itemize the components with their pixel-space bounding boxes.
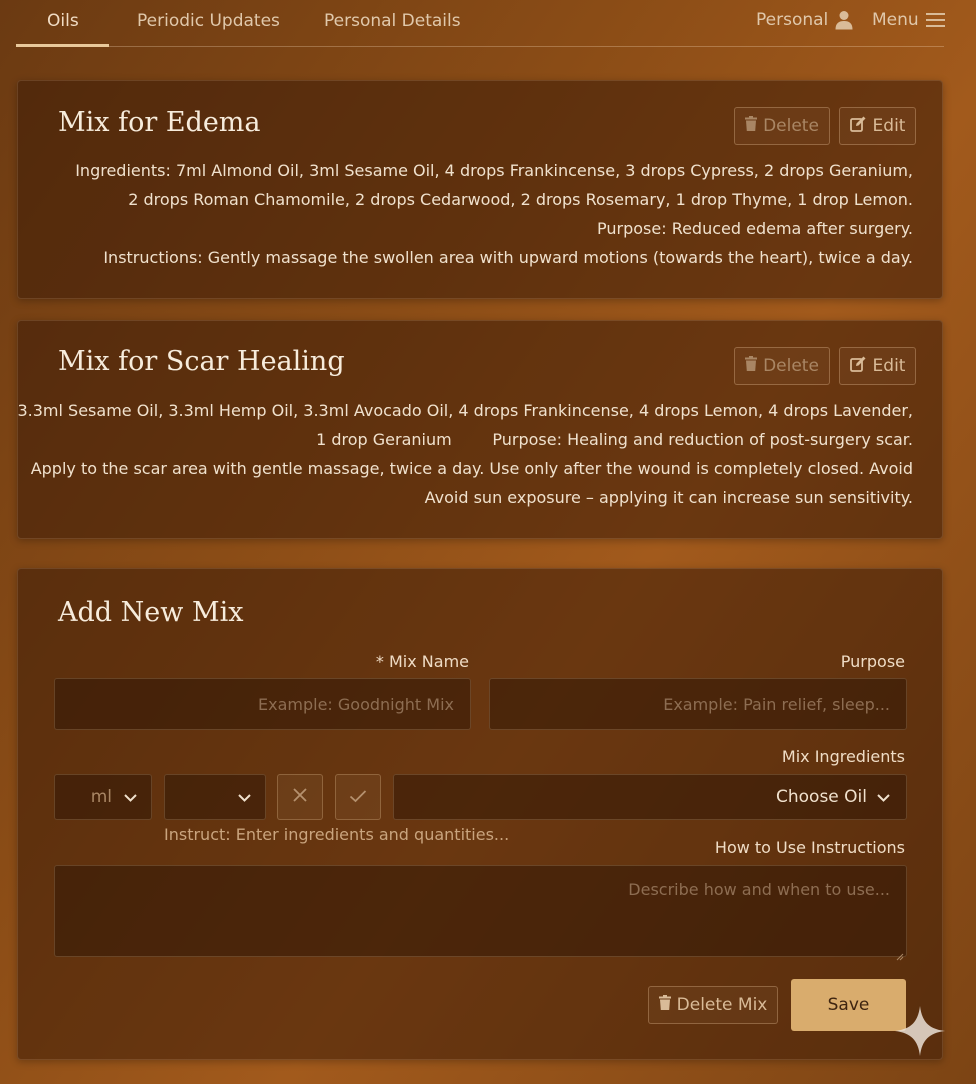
- menu-button[interactable]: Menu: [872, 10, 945, 30]
- delete-mix-edema-button[interactable]: Delete: [734, 107, 830, 145]
- chevron-down-icon: [877, 787, 890, 807]
- mix-detail-line: Ingredients: 7ml Almond Oil, 3ml Sesame …: [75, 161, 913, 180]
- edit-label: Edit: [872, 116, 906, 136]
- purpose-label: Purpose: [840, 652, 905, 671]
- cancel-ingredient-button[interactable]: [277, 774, 323, 820]
- instructions-textarea[interactable]: [54, 865, 907, 957]
- hamburger-icon: [925, 12, 945, 28]
- tab-personal-details[interactable]: Personal Details: [324, 11, 461, 31]
- check-icon: [349, 788, 367, 807]
- tab-oils[interactable]: Oils: [47, 11, 79, 31]
- save-button[interactable]: Save: [791, 979, 906, 1031]
- edit-icon: [849, 356, 867, 377]
- oil-select[interactable]: Choose Oil: [393, 774, 907, 820]
- mix-purpose-line: Purpose: Reduced edema after surgery.: [597, 219, 913, 238]
- mix-instructions-line: Apply to the scar area with gentle massa…: [30, 459, 913, 478]
- edit-label: Edit: [872, 356, 906, 376]
- purpose-input[interactable]: [489, 678, 907, 730]
- personal-label: Personal: [756, 10, 829, 30]
- mix-ingredients-label: Mix Ingredients: [781, 747, 905, 766]
- form-title: Add New Mix: [58, 597, 244, 628]
- chevron-down-icon: [124, 787, 137, 807]
- mix-title: Mix for Edema: [58, 107, 261, 138]
- delete-new-mix-button[interactable]: Delete Mix: [648, 986, 778, 1024]
- delete-label: Delete: [763, 116, 819, 136]
- edit-mix-edema-button[interactable]: Edit: [839, 107, 916, 145]
- mix-card-scar-healing: Mix for Scar Healing Delete Edit 3.3ml S…: [17, 320, 943, 539]
- active-tab-indicator: [16, 44, 109, 47]
- mix-instructions-line: Instructions: Gently massage the swollen…: [103, 248, 913, 267]
- trash-icon: [745, 116, 758, 136]
- unit-value: ml: [90, 787, 112, 807]
- chevron-down-icon: [238, 787, 251, 807]
- trash-icon: [745, 356, 758, 376]
- menu-label: Menu: [872, 10, 919, 30]
- top-nav: Oils Periodic Updates Personal Details P…: [16, 0, 945, 47]
- resize-handle-icon[interactable]: [896, 946, 904, 961]
- sparkle-icon: [895, 1006, 945, 1060]
- edit-icon: [849, 116, 867, 137]
- close-icon: [292, 787, 308, 807]
- instructions-label: How to Use Instructions: [714, 838, 905, 857]
- mix-title: Mix for Scar Healing: [58, 346, 345, 377]
- tab-periodic-updates[interactable]: Periodic Updates: [137, 11, 280, 31]
- trash-icon: [658, 995, 671, 1015]
- confirm-ingredient-button[interactable]: [335, 774, 381, 820]
- edit-mix-scar-button[interactable]: Edit: [839, 347, 916, 385]
- ingredients-hint: Instruct: Enter ingredients and quantiti…: [164, 825, 510, 844]
- mix-detail-line: 1 drop Geranium Purpose: Healing and red…: [316, 430, 913, 449]
- mix-card-edema: Mix for Edema Delete Edit Ingredients: 7…: [17, 80, 943, 299]
- mix-detail-line: 2 drops Roman Chamomile, 2 drops Cedarwo…: [128, 190, 913, 209]
- delete-mix-scar-button[interactable]: Delete: [734, 347, 830, 385]
- delete-label: Delete: [763, 356, 819, 376]
- unit-select[interactable]: ml: [54, 774, 152, 820]
- mix-name-input[interactable]: [54, 678, 471, 730]
- oil-value: Choose Oil: [776, 787, 867, 807]
- personal-link[interactable]: Personal: [756, 10, 853, 30]
- mix-detail-line: 3.3ml Sesame Oil, 3.3ml Hemp Oil, 3.3ml …: [17, 401, 913, 420]
- add-new-mix-form: Add New Mix * Mix Name Purpose Mix Ingre…: [17, 568, 943, 1060]
- mix-name-label: * Mix Name: [375, 652, 469, 671]
- mix-instructions-line: Avoid sun exposure – applying it can inc…: [424, 488, 913, 507]
- amount-select[interactable]: [164, 774, 266, 820]
- delete-mix-label: Delete Mix: [676, 995, 768, 1015]
- user-icon: [835, 10, 853, 30]
- instructions-wrapper: [54, 865, 907, 961]
